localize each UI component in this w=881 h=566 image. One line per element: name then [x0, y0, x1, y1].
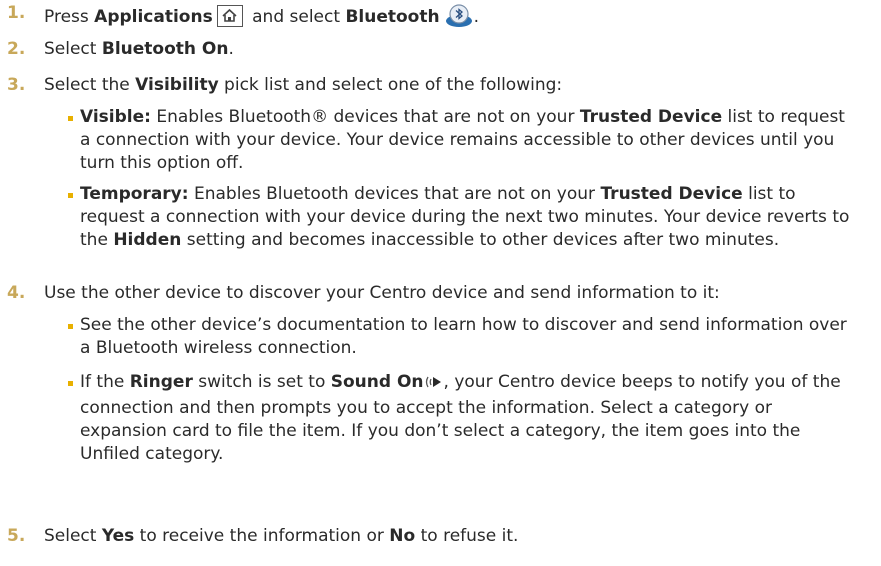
- bluetooth-label: Bluetooth: [345, 7, 440, 27]
- step-text: Select Yes to receive the information or…: [44, 526, 519, 546]
- option-label: Visible:: [80, 107, 151, 127]
- bluetooth-icon: [444, 2, 474, 35]
- bullet-icon: [68, 193, 73, 198]
- ringer-label: Ringer: [129, 372, 193, 392]
- step-text: Use the other device to discover your Ce…: [44, 283, 720, 303]
- sound-on-label: Sound On: [330, 372, 424, 392]
- bullet-icon: [68, 381, 73, 386]
- bullet-icon: [68, 324, 73, 329]
- bluetooth-on-label: Bluetooth On: [101, 39, 229, 59]
- step-text: Select the Visibility pick list and sele…: [44, 75, 563, 95]
- home-icon: [216, 5, 243, 27]
- step-number: 3.: [7, 75, 26, 95]
- yes-label: Yes: [101, 526, 135, 546]
- bullet-icon: [68, 116, 73, 121]
- visibility-label: Visibility: [135, 75, 219, 95]
- trusted-device-label: Trusted Device: [579, 107, 723, 127]
- ringer-sound-on-icon: [424, 374, 444, 397]
- list-item-ringer: If the Ringer switch is set to Sound On,…: [68, 371, 860, 466]
- instructions-document: 1. Press Applications and select Bluetoo…: [0, 0, 881, 566]
- step-number: 1.: [7, 3, 26, 23]
- step-number: 2.: [7, 39, 26, 59]
- list-item-documentation: See the other device’s documentation to …: [68, 314, 860, 360]
- step-number: 5.: [7, 526, 26, 546]
- hidden-label: Hidden: [113, 230, 182, 250]
- list-item-temporary: Temporary: Enables Bluetooth devices tha…: [68, 183, 860, 252]
- step-number: 4.: [7, 283, 26, 303]
- step-text: Select Bluetooth On.: [44, 39, 234, 59]
- applications-label: Applications: [94, 7, 213, 27]
- step-text: Press Applications and select Bluetooth.: [44, 2, 479, 35]
- trusted-device-label: Trusted Device: [600, 184, 743, 204]
- no-label: No: [389, 526, 416, 546]
- list-item-visible: Visible: Enables Bluetooth® devices that…: [68, 106, 860, 175]
- option-label: Temporary:: [80, 184, 189, 204]
